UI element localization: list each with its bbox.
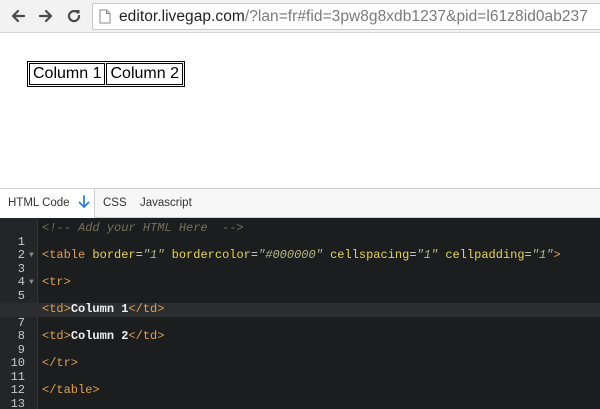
code-line[interactable]: 2 xyxy=(0,236,600,261)
code-line[interactable]: 4 xyxy=(0,263,600,288)
url-path: /?lan=fr#fid=3pw8g8xdb1237&pid=l61z8id0a… xyxy=(244,8,588,25)
line-number: 13 xyxy=(10,396,25,409)
code-string: "#000000" xyxy=(258,248,323,262)
code-tag: </tr> xyxy=(42,356,79,370)
code-line-active[interactable]: 7 <td>Column 1</td> xyxy=(0,302,600,329)
code-line[interactable]: 1 <!-- Add your HTML Here --> xyxy=(0,221,600,248)
code-line[interactable]: 9 <td>Column 2</td> xyxy=(0,329,600,356)
forward-button[interactable] xyxy=(36,6,56,26)
code-string: "1" xyxy=(416,248,439,262)
code-attr: bordercolor xyxy=(171,248,251,262)
code-tag: </table> xyxy=(42,383,100,397)
code-line[interactable]: 3 ▼ <table border="1" bordercolor="#0000… xyxy=(0,248,600,275)
preview-pane: Column 1 Column 2 xyxy=(0,34,600,187)
code-string: "1" xyxy=(142,248,165,262)
code-tag: <td> xyxy=(42,302,71,316)
arrow-down-icon[interactable] xyxy=(78,195,90,209)
code-line[interactable]: 8 xyxy=(0,317,600,342)
code-equals: = xyxy=(250,248,259,262)
code-tag: <td> xyxy=(42,329,71,343)
fold-arrow-icon[interactable]: ▼ xyxy=(29,276,34,290)
code-editor[interactable]: 1 <!-- Add your HTML Here --> 2 3 ▼ <tab… xyxy=(0,218,600,409)
code-tag: </td> xyxy=(128,329,165,343)
code-line[interactable]: 11 </tr> xyxy=(0,356,600,383)
code-line[interactable]: 10 xyxy=(0,344,600,369)
html-comment: <!-- Add your HTML Here --> xyxy=(42,221,244,235)
code-equals: = xyxy=(524,248,532,262)
code-tag: > xyxy=(553,248,561,262)
tab-css[interactable]: CSS xyxy=(103,189,127,218)
code-tag: </td> xyxy=(128,302,165,316)
fold-arrow-icon[interactable]: ▼ xyxy=(29,249,34,263)
editor-tabs: HTML Code CSS Javascript xyxy=(0,188,600,218)
code-text: Column 1 xyxy=(70,302,129,316)
table-row: Column 1 Column 2 xyxy=(29,63,183,85)
table-cell: Column 2 xyxy=(106,63,183,85)
code-equals: = xyxy=(135,248,143,262)
url-text: editor.livegap.com/?lan=fr#fid=3pw8g8xdb… xyxy=(119,7,588,27)
browser-toolbar: editor.livegap.com/?lan=fr#fid=3pw8g8xdb… xyxy=(0,0,600,33)
code-text: Column 2 xyxy=(70,329,129,343)
code-attr: cellpadding xyxy=(445,248,525,262)
preview-table: Column 1 Column 2 xyxy=(27,61,185,87)
tab-label: HTML Code xyxy=(8,197,70,209)
code-tag: <table xyxy=(42,248,86,262)
code-equals: = xyxy=(409,248,417,262)
url-host: editor.livegap.com xyxy=(119,8,245,25)
reload-icon xyxy=(67,9,81,23)
arrow-left-icon xyxy=(11,9,26,23)
code-attr: border xyxy=(92,248,136,262)
tab-javascript[interactable]: Javascript xyxy=(140,189,192,218)
code-line[interactable]: 6 xyxy=(0,290,600,315)
address-bar[interactable]: editor.livegap.com/?lan=fr#fid=3pw8g8xdb… xyxy=(92,3,600,30)
code-line[interactable]: 5 ▼ <tr> xyxy=(0,275,600,302)
page-icon xyxy=(99,9,111,24)
tab-html-code[interactable]: HTML Code xyxy=(0,189,95,218)
code-tag: <tr> xyxy=(42,275,71,289)
code-string: "1" xyxy=(531,248,554,262)
code-attr: cellspacing xyxy=(330,248,410,262)
table-cell: Column 1 xyxy=(29,63,106,85)
code-line[interactable]: 12 xyxy=(0,371,600,396)
back-button[interactable] xyxy=(8,6,28,26)
code-line[interactable]: 13 </table> xyxy=(0,383,600,409)
arrow-right-icon xyxy=(38,9,53,23)
reload-button[interactable] xyxy=(64,6,84,26)
